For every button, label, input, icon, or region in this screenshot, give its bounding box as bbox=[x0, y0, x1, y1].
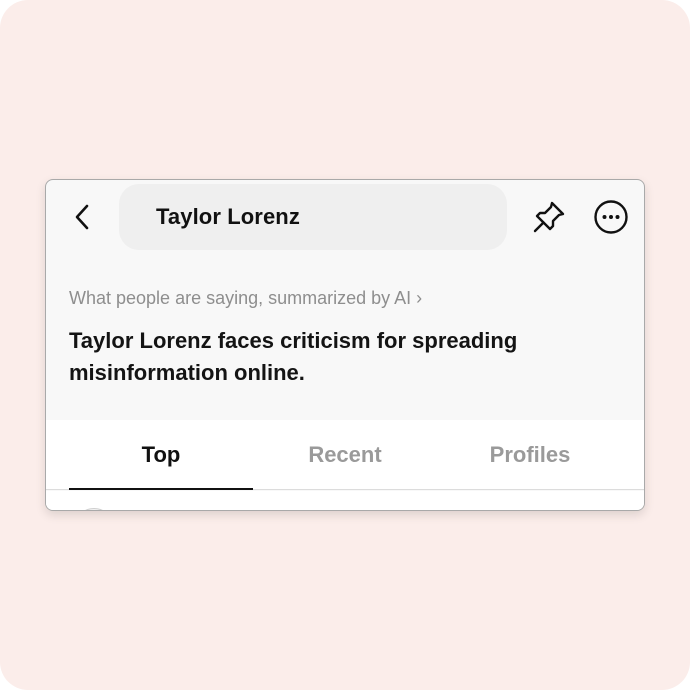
avatar[interactable] bbox=[74, 508, 114, 510]
results-tabs: Top Recent Profiles bbox=[46, 420, 644, 490]
pin-icon bbox=[533, 201, 565, 233]
results-list bbox=[46, 491, 644, 510]
chevron-left-icon bbox=[75, 204, 89, 230]
search-header: Taylor Lorenz bbox=[46, 180, 644, 255]
tab-top[interactable]: Top bbox=[69, 420, 253, 489]
search-results-panel: Taylor Lorenz What people are saying, su… bbox=[45, 179, 645, 511]
ai-summary-text: Taylor Lorenz faces criticism for spread… bbox=[69, 328, 518, 385]
search-input[interactable]: Taylor Lorenz bbox=[119, 184, 507, 250]
pin-button[interactable] bbox=[530, 198, 568, 236]
active-tab-indicator bbox=[69, 488, 253, 490]
search-query-text: Taylor Lorenz bbox=[156, 204, 300, 229]
more-horizontal-circle-icon bbox=[594, 200, 628, 234]
tab-profiles[interactable]: Profiles bbox=[437, 420, 623, 489]
tab-recent[interactable]: Recent bbox=[253, 420, 437, 489]
back-button[interactable] bbox=[68, 200, 96, 234]
more-options-button[interactable] bbox=[593, 199, 629, 235]
ai-summary-link[interactable]: What people are saying, summarized by AI… bbox=[69, 288, 422, 309]
